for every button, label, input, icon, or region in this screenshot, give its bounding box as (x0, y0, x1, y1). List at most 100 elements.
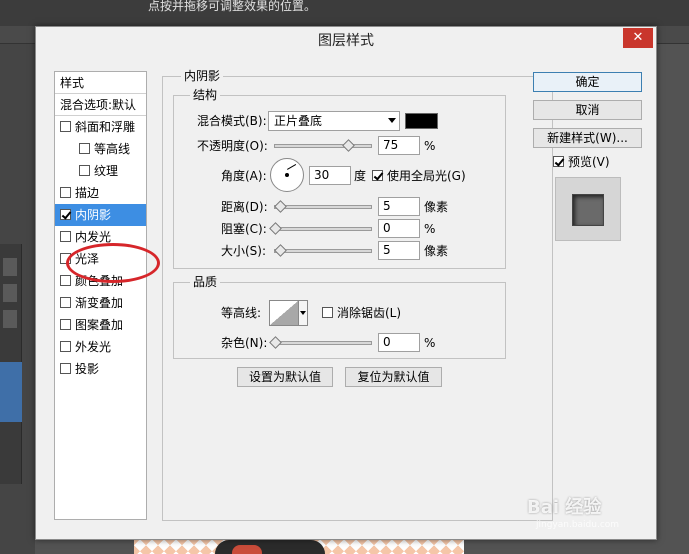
percent-unit: % (424, 139, 436, 153)
style-item-label: 光泽 (75, 252, 100, 266)
checkbox[interactable] (79, 165, 90, 176)
checkbox[interactable] (60, 121, 71, 132)
style-item-label: 等高线 (94, 142, 131, 156)
angle-unit: 度 (354, 169, 367, 183)
global-light-label: 使用全局光(G) (387, 169, 466, 183)
choke-label: 阻塞(C): (221, 222, 267, 236)
checkbox[interactable] (60, 363, 71, 374)
style-list: 样式 混合选项:默认 斜面和浮雕 等高线 纹理 描边 内阴影 内发光 光泽 颜色… (54, 71, 160, 520)
checkbox[interactable] (60, 341, 71, 352)
style-item-label: 纹理 (94, 164, 119, 178)
cancel-button[interactable]: 取消 (533, 100, 642, 120)
style-item-texture[interactable]: 纹理 (55, 160, 146, 182)
checkbox[interactable] (322, 307, 333, 318)
close-button[interactable]: ✕ (623, 28, 653, 48)
style-item-inner-glow[interactable]: 内发光 (55, 226, 146, 248)
distance-input[interactable]: 5 (378, 197, 420, 216)
choke-unit: % (424, 222, 436, 236)
style-item-contour[interactable]: 等高线 (55, 138, 146, 160)
style-list-header[interactable]: 样式 (55, 72, 146, 94)
checkbox[interactable] (60, 187, 71, 198)
panel-icon[interactable] (3, 310, 17, 328)
style-item-label: 内发光 (75, 230, 112, 244)
contour-picker[interactable] (269, 300, 299, 326)
distance-slider[interactable] (274, 200, 372, 213)
slider-handle[interactable] (342, 139, 355, 152)
checkbox[interactable] (60, 297, 71, 308)
chevron-down-icon (388, 118, 396, 123)
style-item-satin[interactable]: 光泽 (55, 248, 146, 270)
preview-checkbox[interactable]: 预览(V) (553, 154, 610, 170)
checkbox[interactable] (60, 275, 71, 286)
panel-icon[interactable] (3, 258, 17, 276)
opacity-label: 不透明度(O): (197, 139, 268, 153)
style-item-pattern-overlay[interactable]: 图案叠加 (55, 314, 146, 336)
distance-label: 距离(D): (221, 200, 268, 214)
size-slider[interactable] (274, 244, 372, 257)
blend-mode-label: 混合模式(B): (197, 114, 267, 128)
new-style-button[interactable]: 新建样式(W)... (533, 128, 642, 148)
quality-group: 品质 等高线: 消除锯齿(L) 杂色(N): 0 % (173, 275, 506, 359)
noise-label: 杂色(N): (221, 336, 268, 350)
style-item-stroke[interactable]: 描边 (55, 182, 146, 204)
preview-thumbnail (555, 177, 621, 241)
reset-default-button[interactable]: 复位为默认值 (345, 367, 442, 387)
style-item-drop-shadow[interactable]: 投影 (55, 358, 146, 380)
slider-handle[interactable] (274, 200, 287, 213)
style-item-label: 图案叠加 (75, 318, 124, 332)
side-panel (0, 244, 22, 484)
checkbox[interactable] (60, 253, 71, 264)
ok-button[interactable]: 确定 (533, 72, 642, 92)
watermark-logo: Bai 经验 (527, 497, 602, 518)
checkbox[interactable] (60, 231, 71, 242)
angle-input[interactable]: 30 (309, 166, 351, 185)
checkbox[interactable] (60, 319, 71, 330)
blend-mode-select[interactable]: 正片叠底 (268, 111, 400, 131)
checkbox[interactable] (79, 143, 90, 154)
opacity-input[interactable]: 75 (378, 136, 420, 155)
size-unit: 像素 (424, 244, 449, 258)
style-item-label: 渐变叠加 (75, 296, 124, 310)
slider-handle[interactable] (274, 244, 287, 257)
panel-icon[interactable] (3, 284, 17, 302)
distance-unit: 像素 (424, 200, 449, 214)
inner-shadow-title: 内阴影 (181, 69, 224, 83)
style-item-outer-glow[interactable]: 外发光 (55, 336, 146, 358)
style-item-bevel-emboss[interactable]: 斜面和浮雕 (55, 116, 146, 138)
checkbox-checked[interactable] (60, 209, 71, 220)
blend-mode-value: 正片叠底 (274, 114, 323, 128)
style-item-gradient-overlay[interactable]: 渐变叠加 (55, 292, 146, 314)
style-item-label: 颜色叠加 (75, 274, 124, 288)
percent-unit: % (424, 336, 436, 350)
checkbox-checked[interactable] (372, 170, 383, 181)
hint-text: 点按并拖移可调整效果的位置。 (148, 0, 317, 13)
angle-dial[interactable] (270, 158, 304, 192)
style-item-color-overlay[interactable]: 颜色叠加 (55, 270, 146, 292)
noise-input[interactable]: 0 (378, 333, 420, 352)
size-input[interactable]: 5 (378, 241, 420, 260)
blend-options-item[interactable]: 混合选项:默认 (55, 94, 146, 116)
style-item-label: 外发光 (75, 340, 112, 354)
layer-style-dialog: 图层样式 ✕ 样式 混合选项:默认 斜面和浮雕 等高线 纹理 描边 内阴影 内发… (35, 26, 657, 540)
checkbox-checked[interactable] (553, 156, 564, 167)
opacity-slider[interactable] (274, 139, 372, 152)
preview-swatch (572, 194, 604, 226)
slider-handle[interactable] (269, 336, 282, 349)
style-item-inner-shadow[interactable]: 内阴影 (55, 204, 146, 226)
anti-alias-checkbox[interactable]: 消除锯齿(L) (322, 305, 401, 321)
canvas-artwork-detail (232, 545, 262, 554)
make-default-button[interactable]: 设置为默认值 (237, 367, 333, 387)
panel-selected-layer[interactable] (0, 362, 22, 422)
quality-title: 品质 (190, 275, 221, 289)
slider-handle[interactable] (269, 222, 282, 235)
anti-alias-label: 消除锯齿(L) (337, 306, 402, 320)
structure-group: 结构 混合模式(B): 正片叠底 不透明度(O): 75 % 角度(A): 30… (173, 88, 506, 269)
choke-slider[interactable] (269, 222, 372, 235)
shadow-color-swatch[interactable] (405, 113, 438, 129)
noise-slider[interactable] (269, 336, 372, 349)
style-item-label: 投影 (75, 362, 100, 376)
global-light-checkbox[interactable]: 使用全局光(G) (372, 168, 466, 184)
angle-label: 角度(A): (221, 169, 267, 183)
choke-input[interactable]: 0 (378, 219, 420, 238)
chevron-down-icon[interactable] (298, 300, 308, 326)
